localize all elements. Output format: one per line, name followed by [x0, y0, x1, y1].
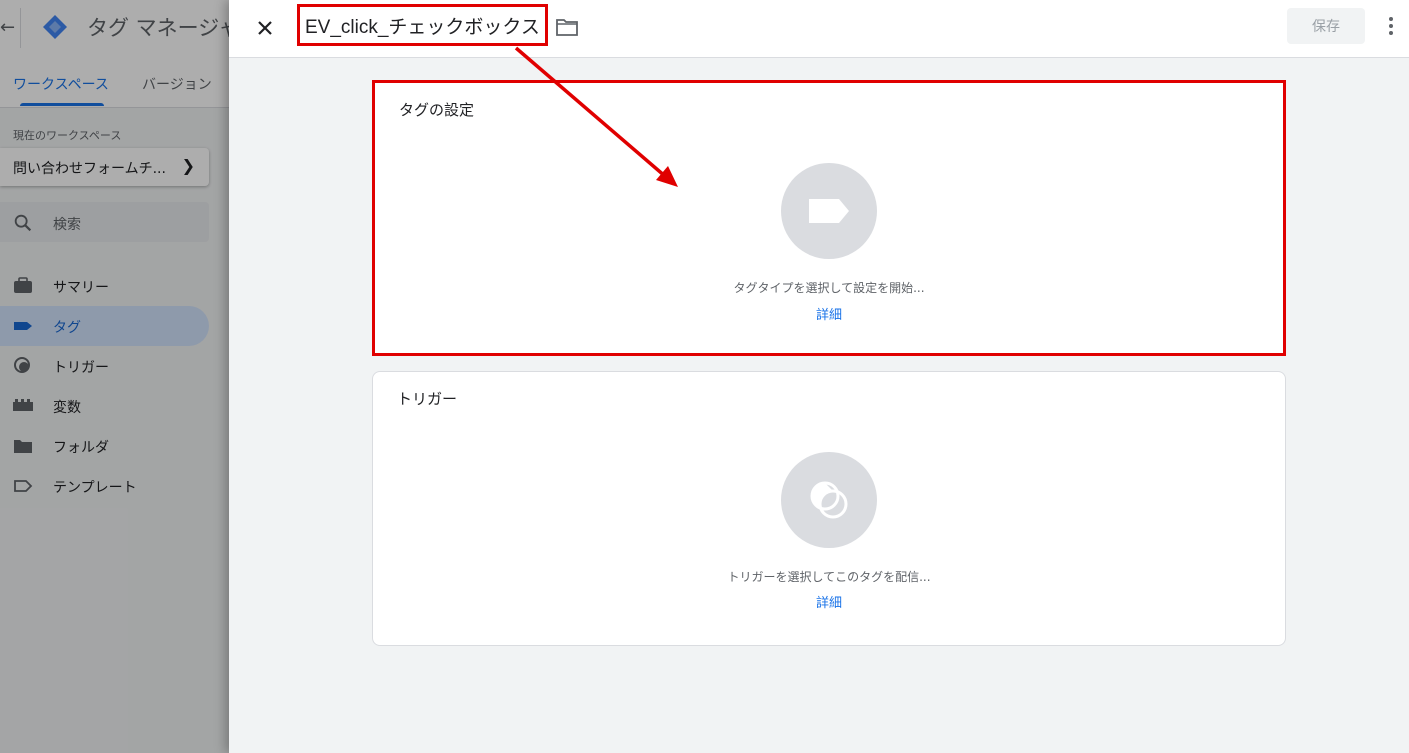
trigger-selector[interactable] [781, 452, 877, 548]
tag-config-title: タグの設定 [399, 101, 475, 119]
trigger-title: トリガー [397, 390, 458, 408]
trigger-details-link[interactable]: 詳細 [373, 592, 1285, 611]
tag-editor-panel: EV_click_チェックボックス 保存 タグの設定 タグタイプを選択して設定を… [229, 0, 1409, 753]
more-vert-icon[interactable] [1381, 14, 1401, 38]
tag-type-selector[interactable] [781, 163, 877, 259]
tag-config-card[interactable]: タグの設定 タグタイプを選択して設定を開始... 詳細 [372, 80, 1286, 356]
tag-config-hint: タグタイプを選択して設定を開始... [733, 281, 925, 295]
modal-scrim[interactable] [0, 0, 229, 753]
trigger-card[interactable]: トリガー トリガーを選択してこのタグを配信... 詳細 [372, 371, 1286, 646]
save-button[interactable]: 保存 [1287, 8, 1365, 44]
folder-icon[interactable] [555, 16, 579, 38]
tag-name-field[interactable]: EV_click_チェックボックス [297, 4, 548, 46]
tag-config-details-link[interactable]: 詳細 [375, 304, 1283, 323]
close-icon[interactable] [251, 14, 279, 42]
panel-header: EV_click_チェックボックス 保存 [229, 0, 1409, 58]
tag-name: EV_click_チェックボックス [305, 16, 540, 38]
trigger-hint: トリガーを選択してこのタグを配信... [727, 570, 931, 584]
trigger-icon [810, 481, 848, 519]
tag-icon [809, 199, 849, 223]
